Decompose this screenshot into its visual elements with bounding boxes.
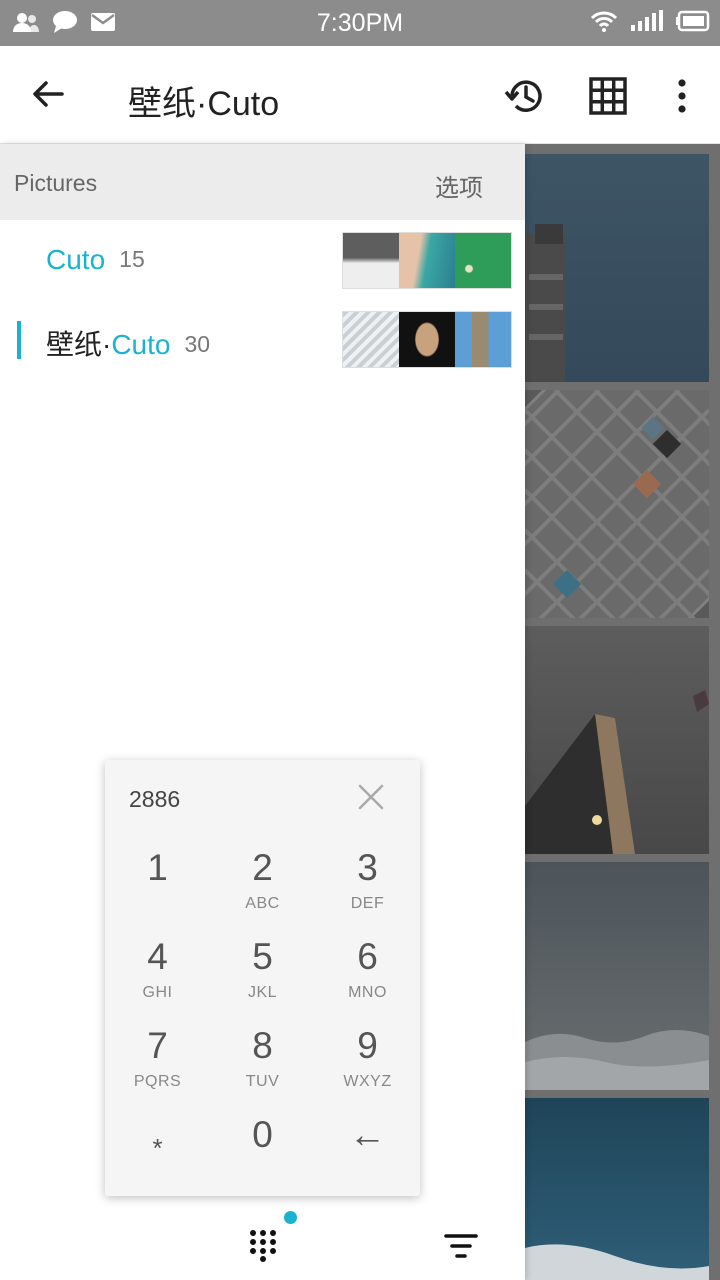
thumbnail bbox=[343, 233, 399, 288]
close-icon[interactable] bbox=[356, 782, 386, 812]
folder-name: 壁纸·Cuto 30 bbox=[46, 323, 210, 363]
dial-key-4[interactable]: 4 GHI bbox=[105, 933, 210, 1022]
thumbnail bbox=[455, 233, 511, 288]
key-letters: TUV bbox=[245, 1073, 280, 1090]
dial-key-6[interactable]: 6 MNO bbox=[315, 933, 420, 1022]
dial-key-3[interactable]: 3 DEF bbox=[315, 844, 420, 933]
folder-count: 15 bbox=[119, 246, 145, 272]
status-bar: 7:30PM bbox=[0, 0, 720, 46]
page-title: 壁纸·Cuto bbox=[128, 85, 280, 123]
selected-indicator bbox=[17, 321, 21, 359]
photo-grid bbox=[525, 144, 720, 1280]
dial-key-1[interactable]: 1 bbox=[105, 844, 210, 933]
wifi-icon bbox=[590, 11, 618, 32]
key-digit: 5 bbox=[252, 936, 273, 977]
filter-icon[interactable] bbox=[444, 1232, 478, 1260]
dialpad-icon[interactable] bbox=[246, 1228, 280, 1262]
key-digit: 8 bbox=[252, 1025, 273, 1066]
key-digit: 0 bbox=[252, 1114, 273, 1155]
photo-sea-sky[interactable] bbox=[525, 1098, 709, 1280]
photo-tiles[interactable] bbox=[525, 390, 709, 618]
key-letters: DEF bbox=[350, 895, 385, 912]
folder-item-bizhi-cuto[interactable]: 壁纸·Cuto 30 bbox=[0, 301, 525, 377]
key-digit: 2 bbox=[252, 847, 273, 888]
dial-key-star[interactable]: * bbox=[105, 1116, 210, 1205]
folder-thumbnails bbox=[342, 311, 512, 368]
skyscraper-image bbox=[525, 690, 709, 854]
key-digit: 7 bbox=[147, 1025, 168, 1066]
key-letters: GHI bbox=[142, 984, 173, 1001]
key-digit: 1 bbox=[147, 847, 168, 888]
key-digit: 6 bbox=[357, 936, 378, 977]
battery-icon bbox=[676, 10, 710, 32]
backspace-icon: ← bbox=[349, 1114, 386, 1155]
dial-key-9[interactable]: 9 WXYZ bbox=[315, 1022, 420, 1111]
dial-key-7[interactable]: 7 PQRS bbox=[105, 1022, 210, 1111]
dial-key-0[interactable]: 0 bbox=[210, 1111, 315, 1200]
thumbnail bbox=[399, 233, 455, 288]
active-indicator-dot bbox=[284, 1211, 297, 1224]
thumbnail bbox=[455, 312, 511, 367]
arrow-back-icon[interactable] bbox=[28, 74, 68, 114]
dial-key-5[interactable]: 5 JKL bbox=[210, 933, 315, 1022]
key-digit: 4 bbox=[147, 936, 168, 977]
dialpad-entry[interactable]: 2886 bbox=[129, 786, 180, 813]
key-letters: JKL bbox=[247, 984, 278, 1001]
folder-name-prefix: 壁纸· bbox=[46, 329, 112, 360]
dial-key-8[interactable]: 8 TUV bbox=[210, 1022, 315, 1111]
thumbnail bbox=[399, 312, 455, 367]
folder-name-cuto: Cuto bbox=[111, 329, 171, 360]
grid-view-icon[interactable] bbox=[586, 74, 630, 118]
sea-image bbox=[525, 1244, 709, 1280]
history-icon[interactable] bbox=[503, 74, 547, 118]
key-letters: WXYZ bbox=[343, 1073, 392, 1090]
drawer-header-title: Pictures bbox=[14, 170, 98, 196]
status-right-icons bbox=[590, 10, 710, 32]
dialpad-panel: 2886 1 2 ABC 3 DEF 4 GHI 5 JKL 6 MNO 7 PQRS 8 T… bbox=[105, 760, 420, 1196]
signal-icon bbox=[631, 10, 663, 31]
photo-clouds[interactable] bbox=[525, 862, 709, 1090]
folder-count: 30 bbox=[184, 331, 211, 357]
clouds-image bbox=[525, 1030, 709, 1090]
backspace-button[interactable]: ← bbox=[315, 1111, 420, 1200]
dial-key-2[interactable]: 2 ABC bbox=[210, 844, 315, 933]
building-image bbox=[525, 224, 565, 382]
key-letters: PQRS bbox=[133, 1073, 182, 1090]
more-vert-icon[interactable] bbox=[660, 74, 704, 118]
photo-skyscraper[interactable] bbox=[525, 626, 709, 854]
folder-thumbnails bbox=[342, 232, 512, 289]
key-letters: MNO bbox=[348, 984, 387, 1001]
key-digit: 3 bbox=[357, 847, 378, 888]
photo-building-sky[interactable] bbox=[525, 154, 709, 382]
key-digit: 9 bbox=[357, 1025, 378, 1066]
key-digit: * bbox=[152, 1133, 163, 1163]
folder-name-cuto: Cuto bbox=[46, 244, 106, 275]
drawer-header: Pictures 选项 bbox=[0, 144, 525, 220]
thumbnail bbox=[343, 312, 399, 367]
key-letters: ABC bbox=[245, 895, 280, 912]
options-button[interactable]: 选项 bbox=[435, 168, 483, 203]
folder-item-cuto[interactable]: Cuto 15 bbox=[0, 222, 525, 298]
app-bar: 壁纸·Cuto bbox=[0, 46, 720, 144]
folder-name: Cuto 15 bbox=[46, 244, 145, 276]
tiles-image bbox=[525, 390, 709, 618]
